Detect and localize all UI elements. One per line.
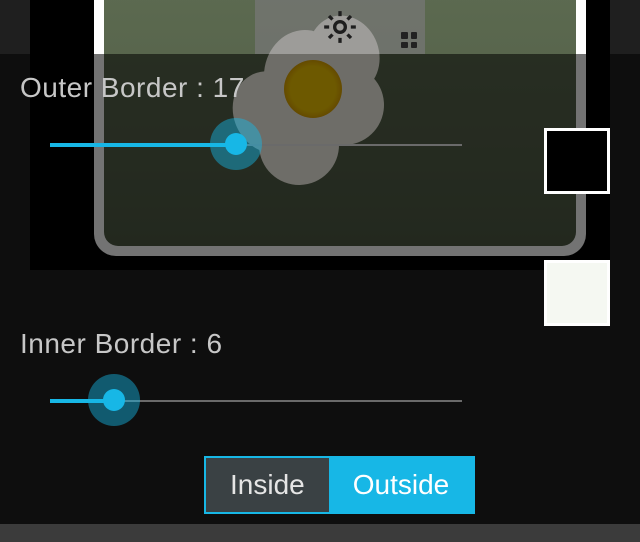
inner-color-swatch[interactable] [544,260,610,326]
inside-outside-toggle: Inside Outside [204,456,475,514]
top-toolbar [255,0,425,54]
bottom-bar [0,524,640,542]
toggle-inside[interactable]: Inside [206,458,329,512]
outer-color-swatch[interactable] [544,128,610,194]
gear-icon[interactable] [320,7,360,47]
toggle-outside[interactable]: Outside [329,458,474,512]
outer-border-label: Outer Border : 17 [20,72,245,104]
grid-icon[interactable] [401,32,417,48]
outer-border-slider-fill [50,143,236,147]
inner-border-label: Inner Border : 6 [20,328,223,360]
